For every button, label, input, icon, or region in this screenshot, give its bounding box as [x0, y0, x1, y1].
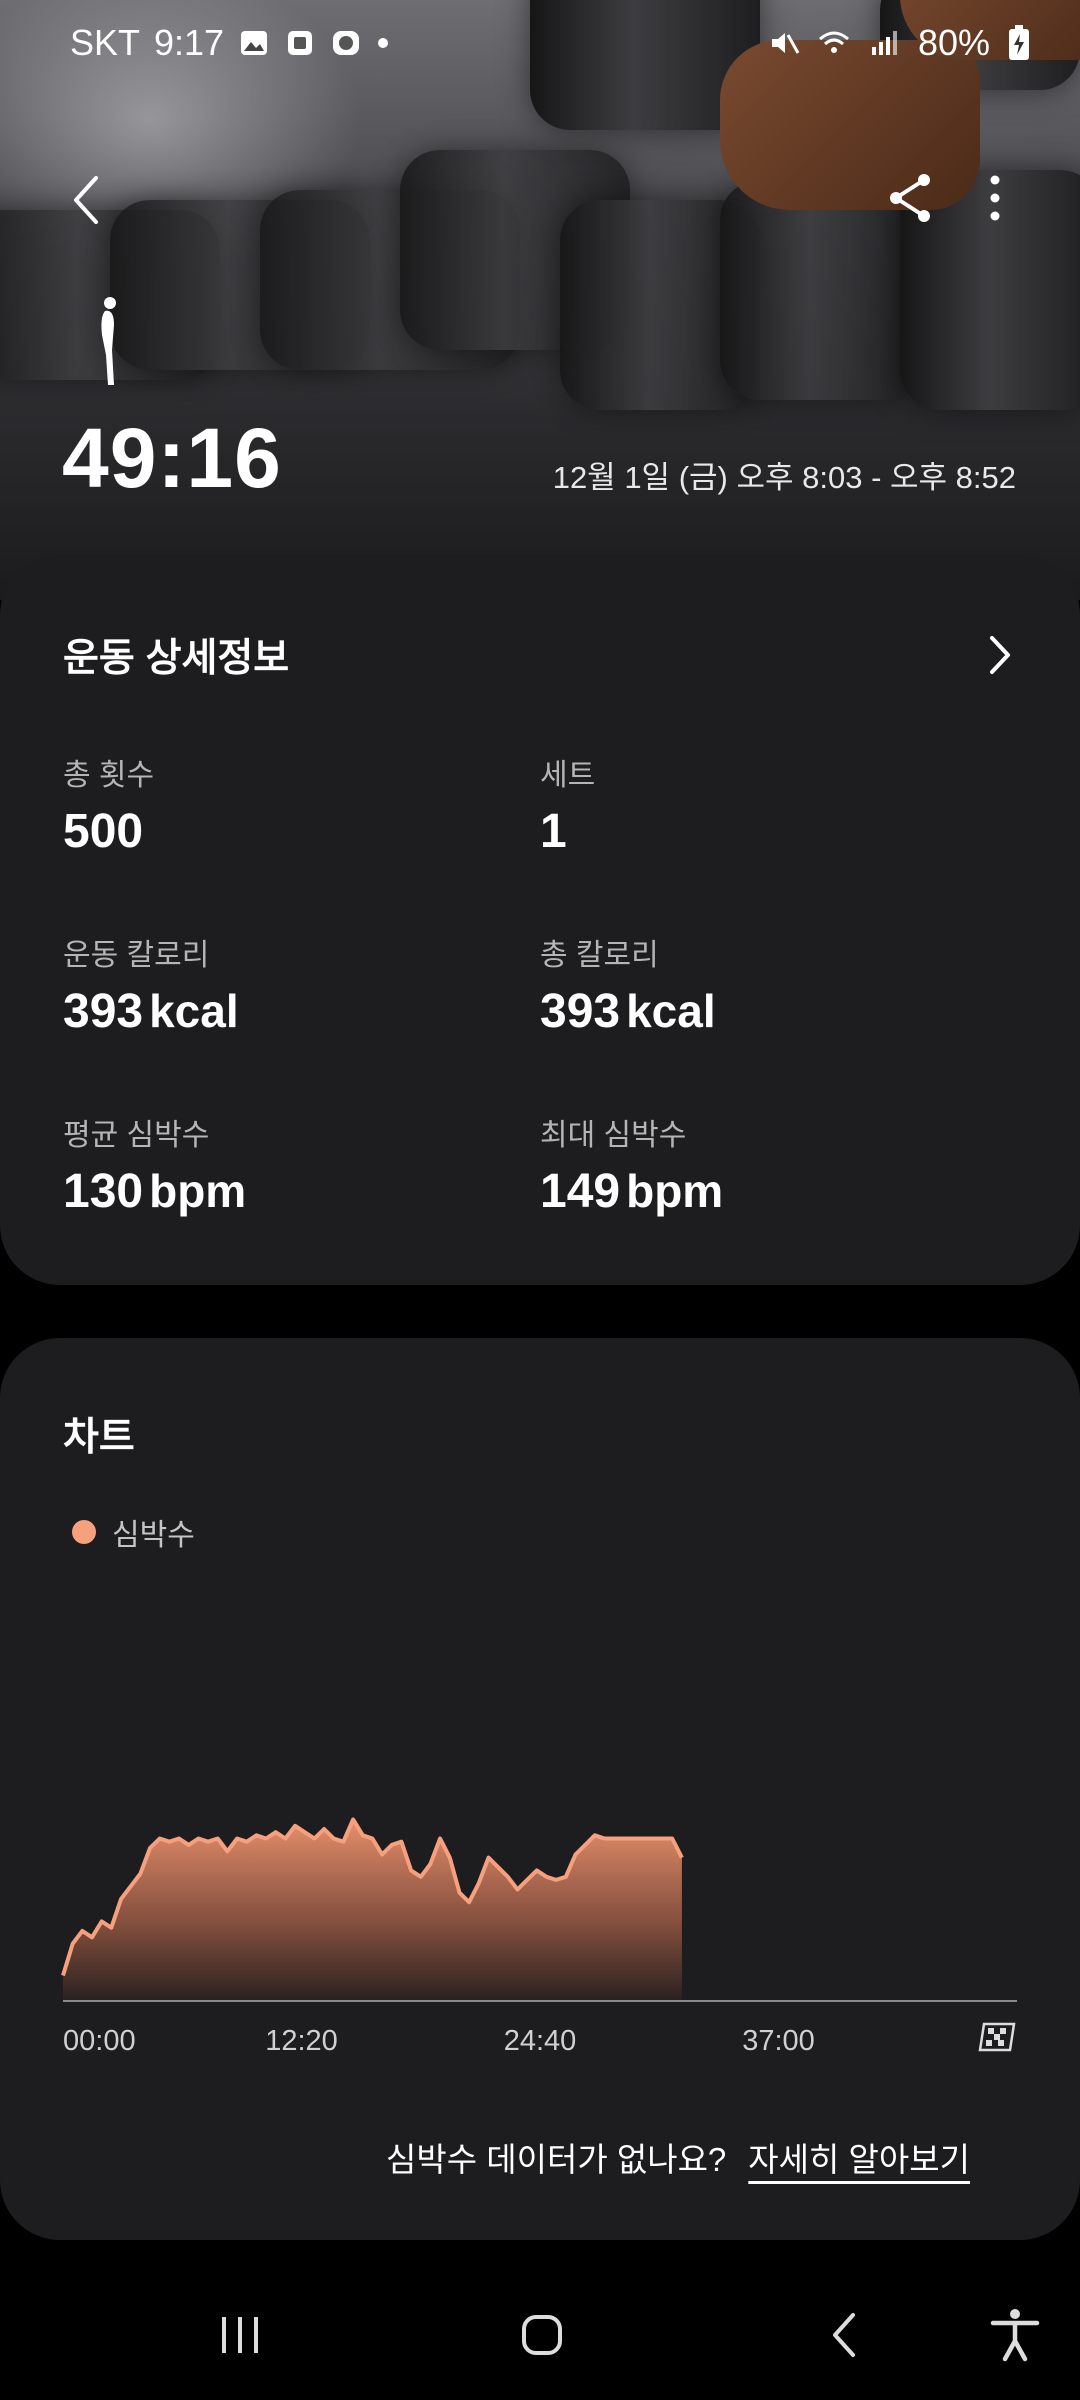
home-icon[interactable]: [512, 2305, 572, 2365]
stat-value: 393 kcal: [540, 985, 716, 1038]
stat-value: 393 kcal: [63, 985, 239, 1038]
x-tick-label: 12:20: [265, 2025, 338, 2057]
app-icon: [288, 31, 313, 55]
stat-total-reps: 총 횟수 500: [63, 750, 154, 859]
wifi-icon: [818, 31, 849, 53]
x-tick-label: 37:00: [742, 2025, 815, 2057]
battery-icon: [1009, 25, 1029, 60]
heart-rate-chart: 00:00 12:20 24:40 37:00: [61, 1817, 1017, 2057]
stat-label: 총 칼로리: [540, 939, 659, 972]
back-icon[interactable]: [815, 2305, 875, 2365]
legend-label: 심박수: [112, 1519, 195, 1552]
workout-duration: 49:16: [62, 411, 282, 505]
gallery-icon: [241, 31, 268, 55]
accessibility-icon[interactable]: [985, 2305, 1045, 2365]
stat-label: 운동 칼로리: [63, 939, 210, 972]
workout-figure-icon: [101, 297, 116, 385]
mute-icon: [771, 33, 800, 54]
navigation-bar: [0, 2270, 1080, 2400]
no-data-row: 심박수 데이터가 없나요? 자세히 알아보기: [386, 2133, 970, 2181]
signal-icon: [871, 31, 897, 55]
details-title: 운동 상세정보: [63, 637, 290, 680]
stat-label: 평균 심박수: [63, 1119, 210, 1152]
exercise-details-card: 운동 상세정보 총 횟수 500 세트 1 운동 칼로리 393 kcal 총 칼…: [0, 555, 1080, 1285]
status-bar: SKT 9:17 80%: [0, 0, 1080, 90]
chart-title: 차트: [63, 1416, 135, 1459]
stat-avg-heart-rate: 평균 심박수 130 bpm: [63, 1110, 246, 1219]
time-label: 9:17: [154, 22, 225, 63]
stat-total-calories: 총 칼로리 393 kcal: [540, 930, 716, 1039]
learn-more-link[interactable]: 자세히 알아보기: [748, 2133, 970, 2181]
stat-value: 149 bpm: [540, 1165, 724, 1218]
stat-value: 130 bpm: [63, 1165, 247, 1218]
back-button[interactable]: [60, 170, 120, 230]
chart-card: 00:00 12:20 24:40 37:00 차트 심박수 심박수 데이터가 없나요…: [0, 1338, 1080, 2240]
more-options-icon[interactable]: [970, 168, 1020, 228]
no-data-text: 심박수 데이터가 없나요?: [386, 2141, 727, 2178]
hero-banner: SKT 9:17 80% 49:16 12월 1일 (금) 오후 8:03 - …: [0, 0, 1080, 600]
stat-label: 세트: [540, 759, 596, 792]
x-tick-label: 24:40: [504, 2025, 577, 2057]
legend-dot-icon: [72, 1520, 96, 1544]
stat-sets: 세트 1: [540, 750, 595, 859]
chart-legend: 심박수: [72, 1510, 195, 1554]
heart-rate-area: [63, 1819, 682, 2001]
carrier-label: SKT: [70, 22, 141, 63]
chat-icon: [333, 31, 360, 55]
share-icon[interactable]: [880, 168, 940, 228]
stat-label: 총 횟수: [63, 759, 155, 792]
dot-icon: [378, 38, 389, 48]
finish-flag-icon: [978, 2022, 1016, 2052]
stat-value: 500: [63, 805, 144, 858]
x-tick-label: 00:00: [63, 2025, 136, 2057]
chevron-right-icon[interactable]: [980, 630, 1020, 680]
recents-icon[interactable]: [210, 2305, 270, 2365]
workout-datetime: 12월 1일 (금) 오후 8:03 - 오후 8:52: [552, 460, 1016, 495]
stat-value: 1: [540, 805, 567, 858]
battery-percent: 80%: [917, 22, 990, 63]
stat-label: 최대 심박수: [540, 1119, 687, 1152]
stat-max-heart-rate: 최대 심박수 149 bpm: [540, 1110, 723, 1219]
stat-exercise-calories: 운동 칼로리 393 kcal: [63, 930, 239, 1039]
